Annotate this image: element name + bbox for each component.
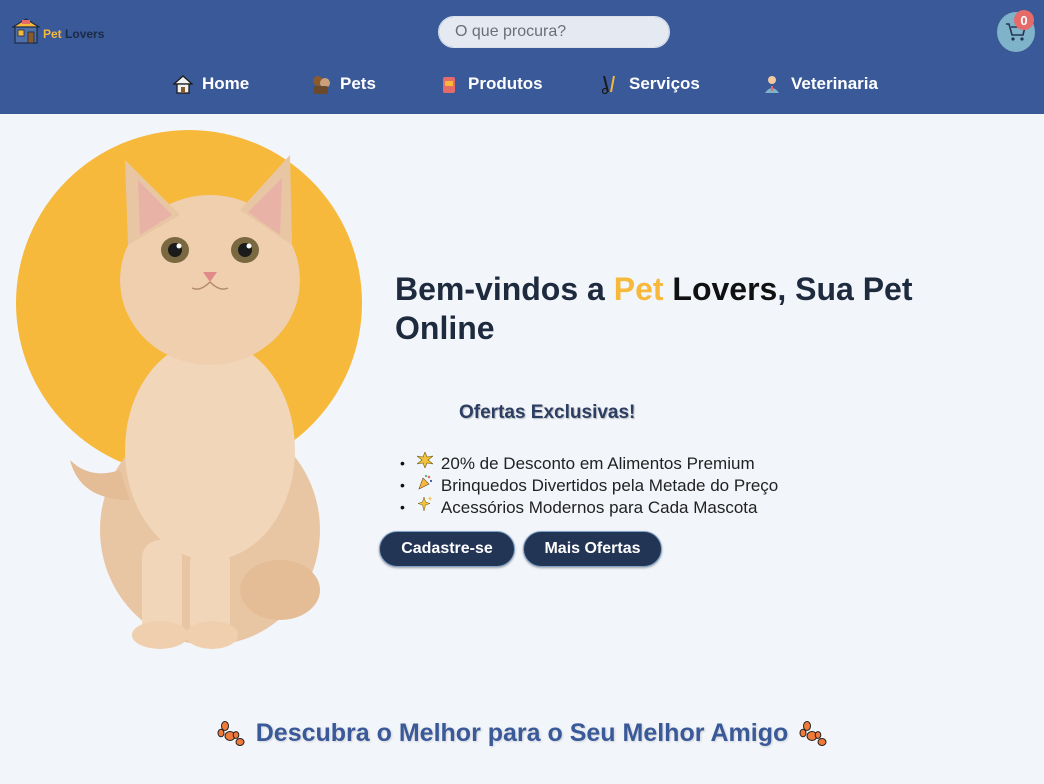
site-header: Pet Lovers 0 Home [0,0,1044,114]
nav-item-servicos[interactable]: Serviços [599,70,700,98]
party-popper-icon [415,474,435,496]
search-input[interactable] [439,17,669,47]
nav-label-pets: Pets [340,74,376,93]
pet-shop-logo-icon [12,18,40,44]
paw-print-icon [217,721,245,746]
logo[interactable]: Pet Lovers [12,16,104,46]
logo-text-pet: Pet [43,27,62,41]
nav-item-pets[interactable]: Pets [310,70,376,98]
cart-button[interactable]: 0 [997,10,1035,52]
discover-section-title: Descubra o Melhor para o Seu Melhor Amig… [0,718,1044,748]
paw-print-icon [799,721,827,746]
offers-list: 20% de Desconto em Alimentos Premium Bri… [400,451,778,518]
hero-title-lovers: Lovers [672,271,778,307]
nav-item-home[interactable]: Home [172,70,249,98]
signup-button[interactable]: Cadastre-se [379,531,515,567]
offer-item: Acessórios Modernos para Cada Mascota [400,496,778,518]
pets-icon [313,76,330,94]
house-icon [172,75,194,94]
search-bar [438,16,670,48]
offer-item: 20% de Desconto em Alimentos Premium [400,451,778,474]
sparkles-icon [415,496,435,518]
nav-item-veterinaria[interactable]: Veterinaria [761,70,878,98]
hero-title-prefix: Bem-vindos a [395,271,614,307]
offer-item: Brinquedos Divertidos pela Metade do Pre… [400,474,778,496]
offer-text: 20% de Desconto em Alimentos Premium [440,453,755,473]
nav-label-produtos: Produtos [468,74,543,93]
nav-label-servicos: Serviços [629,74,700,93]
more-offers-button[interactable]: Mais Ofertas [523,531,662,567]
nav-label-home: Home [202,74,250,93]
offer-text: Brinquedos Divertidos pela Metade do Pre… [440,475,779,495]
main-nav: Home Pets Produtos Serviços Veterinaria [0,70,1044,98]
kitten-image [70,155,320,649]
pet-food-icon [443,77,455,93]
nav-label-veterinaria: Veterinaria [791,74,878,93]
hero-title: Bem-vindos a Pet Lovers, Sua Pet Online [395,270,955,348]
discover-text: Descubra o Melhor para o Seu Melhor Amig… [255,718,789,747]
logo-text: Pet Lovers [43,27,104,41]
grooming-tools-icon [601,75,615,95]
cart-count-badge: 0 [1014,10,1034,30]
offer-text: Acessórios Modernos para Cada Mascota [440,497,758,517]
veterinarian-icon [765,76,779,93]
sparkle-burst-icon [415,451,435,474]
offers-title: Ofertas Exclusivas! [459,402,636,423]
nav-item-produtos[interactable]: Produtos [438,70,543,98]
hero-title-pet: Pet [613,271,664,307]
logo-text-lovers: Lovers [65,27,105,41]
